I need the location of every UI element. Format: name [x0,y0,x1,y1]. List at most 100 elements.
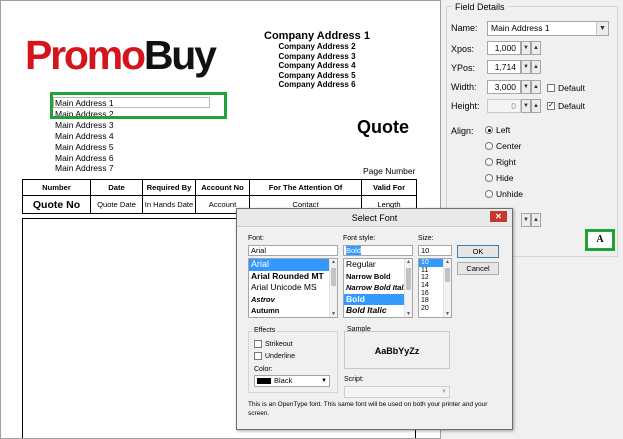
ypos-spin-down-icon[interactable]: ▼ [521,60,531,74]
table-cell[interactable]: In Hands Date [142,195,196,214]
table-header-cell[interactable]: Required By [142,179,196,196]
chevron-down-icon[interactable]: ▼ [441,388,447,397]
color-label: Color: [254,366,273,373]
table-header-cell[interactable]: Number [22,179,91,196]
select-font-dialog: Select Font ✕ Font: Arial Arial Arial Ro… [236,208,513,430]
color-select[interactable]: Black ▼ [254,375,330,387]
font-list[interactable]: Arial Arial Rounded MT Arial Unicode MS … [248,258,338,318]
ok-button[interactable]: OK [457,245,499,258]
effects-label: Effects [252,327,278,334]
company-address-line: Company Address 1 [264,30,370,42]
size-list-scrollbar[interactable] [443,259,451,317]
logo-promo-text: Promo [25,32,146,78]
list-item[interactable]: Arial Unicode MS [249,282,337,294]
height-input[interactable]: 0 [487,99,521,113]
close-icon[interactable]: ✕ [490,211,507,222]
size-input[interactable]: 10 [418,245,452,256]
company-address-line: Company Address 6 [278,80,356,89]
list-item[interactable]: Bold Italic [344,305,412,317]
strikeout-checkbox[interactable] [254,340,262,348]
name-label: Name: [451,23,478,33]
list-item[interactable]: Astrov [249,294,337,306]
font-input[interactable]: Arial [248,245,338,256]
table-header-row: Number Date Required By Account No For T… [22,179,417,196]
company-address-line: Company Address 2 [278,42,356,51]
list-item[interactable]: Bold [344,293,412,306]
list-item[interactable]: Arial [249,259,337,271]
color-select-value: Black [274,376,293,385]
width-spin-up-icon[interactable]: ▲ [531,80,541,94]
table-cell[interactable]: Quote Date [90,195,143,214]
align-left-radio[interactable] [485,126,493,134]
align-unhide-label: Unhide [496,189,523,199]
font-button-highlight [585,229,615,251]
main-address-line[interactable]: Main Address 4 [55,131,114,142]
ypos-label: YPos: [451,63,476,73]
table-header-cell[interactable]: Account No [195,179,250,196]
cancel-button[interactable]: Cancel [457,262,499,275]
font-size-spin-down-icon[interactable]: ▼ [521,213,531,227]
list-item[interactable]: Autumn [249,305,337,317]
height-label: Height: [451,101,480,111]
name-select-value: Main Address 1 [491,23,550,33]
font-style-list-scrollbar[interactable] [404,259,412,317]
main-address-line[interactable]: Main Address 3 [55,120,114,131]
company-address-block[interactable]: Company Address 1 Company Address 2 Comp… [227,30,407,90]
main-address-line[interactable]: Main Address 7 [55,163,114,174]
table-header-cell[interactable]: Valid For [361,179,417,196]
main-address-line[interactable]: Main Address 5 [55,142,114,153]
chevron-down-icon[interactable]: ▼ [321,376,327,386]
script-select[interactable]: ▼ [344,386,450,398]
company-address-line: Company Address 4 [278,61,356,70]
list-item[interactable]: Narrow Bold Italic [344,282,412,294]
width-default-label: Default [558,83,585,93]
font-style-input[interactable]: Bold [343,245,413,256]
font-style-label: Font style: [343,235,376,242]
name-select[interactable]: Main Address 1 ▼ [487,21,609,36]
page-number[interactable]: Page Number [363,166,415,176]
height-spin-up-icon[interactable]: ▲ [531,99,541,113]
list-item[interactable]: Arial Rounded MT [249,271,337,283]
color-swatch [257,378,271,385]
quote-title[interactable]: Quote [357,117,409,138]
list-item[interactable]: Regular [344,259,412,271]
height-default-checkbox[interactable]: ✓ [547,102,555,110]
align-right-radio[interactable] [485,158,493,166]
promobuy-logo: PromoBuy [25,32,217,78]
xpos-spin-up-icon[interactable]: ▲ [531,41,541,55]
size-list[interactable]: 10 11 12 14 16 18 20 [418,258,452,318]
width-input[interactable]: 3,000 [487,80,521,94]
height-spin-down-icon[interactable]: ▼ [521,99,531,113]
font-list-scrollbar[interactable] [329,259,337,317]
xpos-input[interactable]: 1,000 [487,41,521,55]
script-label: Script: [344,376,364,383]
align-label: Align: [451,126,474,136]
font-style-value: Bold [346,246,362,255]
dialog-title: Select Font [237,209,512,227]
main-address-line[interactable]: Main Address 6 [55,153,114,164]
chevron-down-icon[interactable]: ▼ [596,22,608,35]
align-unhide-radio[interactable] [485,190,493,198]
width-spin-down-icon[interactable]: ▼ [521,80,531,94]
xpos-spin-down-icon[interactable]: ▼ [521,41,531,55]
ypos-spin-up-icon[interactable]: ▲ [531,60,541,74]
font-info-note: This is an OpenType font. This same font… [248,401,488,417]
list-item[interactable]: Narrow Bold [344,271,412,283]
font-sample: AaBbYyZz [344,331,450,369]
table-header-cell[interactable]: For The Attention Of [249,179,362,196]
height-default-label: Default [558,101,585,111]
ypos-input[interactable]: 1,714 [487,60,521,74]
table-cell[interactable]: Quote No [22,195,91,214]
width-label: Width: [451,82,477,92]
align-center-radio[interactable] [485,142,493,150]
width-default-checkbox[interactable] [547,84,555,92]
logo-buy-text: Buy [143,32,217,78]
font-style-list[interactable]: Regular Narrow Bold Narrow Bold Italic B… [343,258,413,318]
table-header-cell[interactable]: Date [90,179,143,196]
underline-checkbox[interactable] [254,352,262,360]
company-address-line: Company Address 5 [278,70,356,80]
align-hide-label: Hide [496,173,514,183]
font-size-spin-up-icon[interactable]: ▲ [531,213,541,227]
align-hide-radio[interactable] [485,174,493,182]
underline-label: Underline [265,353,295,360]
